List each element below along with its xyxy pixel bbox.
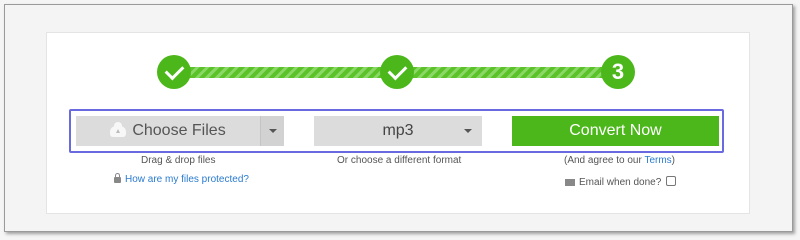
- step-1-complete: [157, 55, 191, 89]
- step-3-current: 3: [601, 55, 635, 89]
- chevron-down-icon: [464, 129, 472, 133]
- files-protected-link[interactable]: How are my files protected?: [114, 173, 249, 185]
- step-connector-2: [412, 67, 604, 78]
- checkmark-icon: [387, 60, 407, 80]
- spacer: [482, 116, 512, 146]
- chevron-down-icon: [268, 129, 277, 133]
- choose-files-button[interactable]: Choose Files: [76, 116, 260, 146]
- choose-files-dropdown-button[interactable]: [260, 116, 284, 146]
- terms-link[interactable]: Terms: [644, 155, 671, 166]
- email-when-done-label: Email when done?: [579, 177, 662, 188]
- files-protected-link-text[interactable]: How are my files protected?: [125, 174, 249, 185]
- format-hint: Or choose a different format: [337, 155, 462, 166]
- format-selected-value: mp3: [382, 122, 414, 139]
- email-when-done-checkbox[interactable]: [666, 176, 677, 186]
- step-connector-1: [190, 67, 382, 78]
- lock-icon: [114, 173, 121, 183]
- email-when-done-option[interactable]: Email when done?: [565, 176, 677, 188]
- choose-files-label: Choose Files: [132, 122, 226, 139]
- cloud-upload-icon: [110, 121, 127, 137]
- convert-now-button[interactable]: Convert Now: [512, 116, 719, 146]
- spacer: [284, 116, 314, 146]
- control-row: Choose Files mp3 Convert Now: [76, 116, 719, 146]
- terms-notice: (And agree to our Terms): [564, 155, 676, 166]
- drag-drop-hint: Drag & drop files: [141, 155, 216, 166]
- step-2-complete: [380, 55, 414, 89]
- envelope-icon: [565, 179, 575, 186]
- convert-now-label: Convert Now: [569, 122, 662, 139]
- step-3-number: 3: [611, 59, 625, 84]
- checkmark-icon: [164, 60, 184, 80]
- format-select[interactable]: mp3: [314, 116, 482, 146]
